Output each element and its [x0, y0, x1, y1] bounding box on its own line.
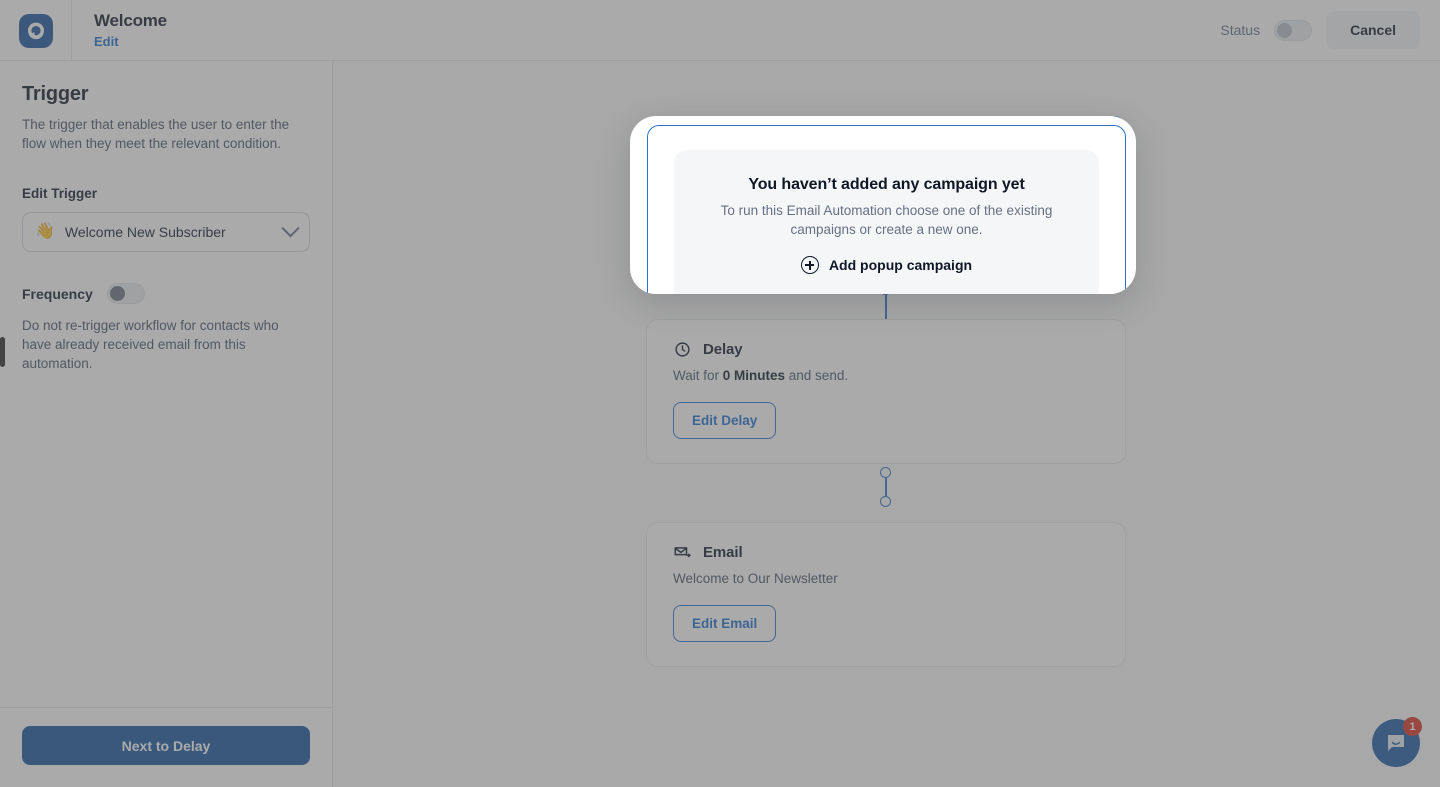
modal-inner-card: You haven’t added any campaign yet To ru…	[647, 125, 1126, 294]
plus-circle-icon	[800, 256, 819, 274]
empty-state-description: To run this Email Automation choose one …	[720, 203, 1053, 237]
empty-state-title: You haven’t added any campaign yet	[748, 176, 1025, 193]
empty-state: You haven’t added any campaign yet To ru…	[674, 150, 1099, 294]
campaign-picker-modal: You haven’t added any campaign yet To ru…	[630, 116, 1136, 294]
add-popup-campaign-label: Add popup campaign	[828, 257, 973, 273]
add-popup-campaign-button[interactable]: Add popup campaign	[800, 256, 973, 274]
app-root: Welcome Edit Status Cancel Trigger The t…	[0, 0, 1440, 787]
